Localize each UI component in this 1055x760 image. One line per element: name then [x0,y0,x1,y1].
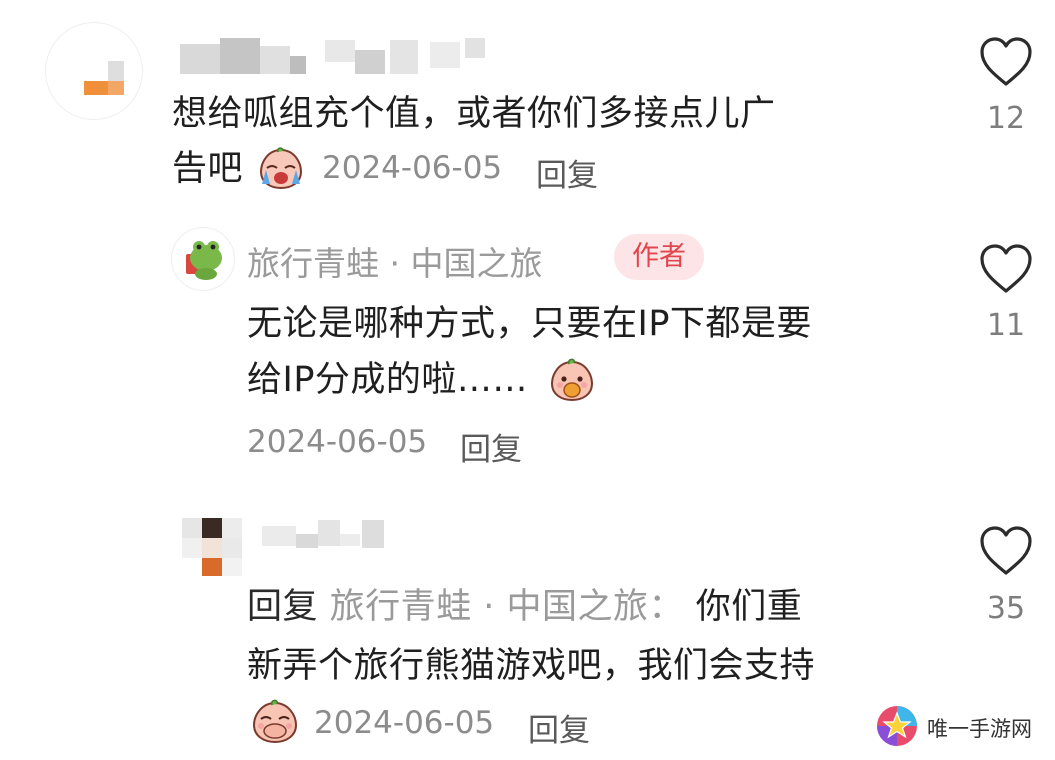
like-count: 11 [986,308,1026,343]
author-name[interactable]: 旅行青蛙 · 中国之旅 [247,237,542,285]
peach-eating-emoji-icon [550,358,594,402]
comment-date: 2024-06-05 [247,424,428,460]
comment-date: 2024-06-05 [322,150,503,186]
comment-text-line: 回复 旅行青蛙 · 中国之旅： 你们重 [247,580,802,635]
user-avatar[interactable] [182,518,244,580]
frog-avatar-icon[interactable] [171,227,235,291]
heart-outline-icon[interactable] [976,34,1036,90]
like-count: 12 [986,101,1026,136]
comment-text-line: 给IP分成的啦…… [247,360,528,400]
user-avatar[interactable] [45,22,143,120]
watermark-text: 唯一手游网 [927,717,1032,741]
comment-text-line: 新弄个旅行熊猫游戏吧，我们会支持 [247,646,816,686]
comment-text-line: 想给呱组充个值，或者你们多接点儿广 [172,94,776,134]
reply-button[interactable]: 回复 [460,424,522,469]
peach-covering-mouth-emoji-icon [252,699,298,744]
reply-button[interactable]: 回复 [528,705,590,750]
star-logo-icon [877,706,917,746]
reply-target-name[interactable]: 旅行青蛙 · 中国之旅： [330,587,684,627]
reply-prefix: 回复 [247,587,319,627]
like-count: 35 [986,591,1026,626]
watermark: 唯一手游网 [875,700,1045,752]
heart-outline-icon[interactable] [976,523,1036,579]
comment-text-line: 告吧 [172,149,244,189]
reply-button[interactable]: 回复 [536,150,598,195]
username-blurred[interactable] [262,520,392,554]
author-badge: 作者 [614,234,704,280]
crying-emoji-icon [259,147,303,190]
comment-date: 2024-06-05 [314,705,495,741]
heart-outline-icon[interactable] [976,241,1036,297]
comment-text-segment: 你们重 [695,587,803,627]
username-blurred[interactable] [180,36,490,80]
comment-text-line: 无论是哪种方式，只要在IP下都是要 [247,304,812,344]
